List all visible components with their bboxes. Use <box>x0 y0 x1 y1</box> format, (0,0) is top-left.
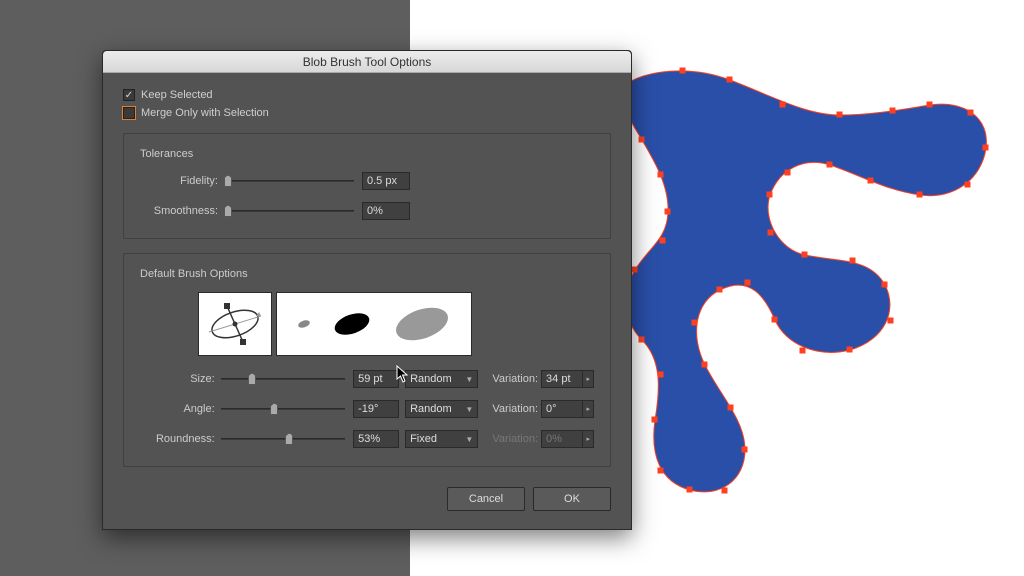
angle-variation-label: Variation: <box>488 403 538 415</box>
merge-only-label: Merge Only with Selection <box>141 107 269 119</box>
tolerances-title: Tolerances <box>140 148 594 160</box>
brush-options-title: Default Brush Options <box>140 268 594 280</box>
angle-row: Angle: -19° Random ▼ Variation: 0° ▸ <box>140 400 594 418</box>
dialog-titlebar[interactable]: Blob Brush Tool Options <box>103 51 631 73</box>
dialog-body: Keep Selected Merge Only with Selection … <box>103 73 631 529</box>
chevron-down-icon: ▼ <box>465 405 473 414</box>
tool-options-dialog: Blob Brush Tool Options Keep Selected Me… <box>102 50 632 530</box>
size-mode-select[interactable]: Random ▼ <box>405 370 478 388</box>
brush-angle-preview[interactable] <box>198 292 272 356</box>
size-variation-value[interactable]: 34 pt <box>541 370 583 388</box>
merge-only-checkbox[interactable] <box>123 107 135 119</box>
merge-only-row: Merge Only with Selection <box>123 107 611 119</box>
dialog-buttons: Cancel OK <box>123 487 611 511</box>
size-label: Size: <box>140 373 215 385</box>
fidelity-slider[interactable] <box>224 174 354 188</box>
dialog-title: Blob Brush Tool Options <box>303 55 432 69</box>
smoothness-slider[interactable] <box>224 204 354 218</box>
brush-options-fieldset: Default Brush Options <box>123 253 611 467</box>
size-variation-label: Variation: <box>488 373 538 385</box>
roundness-variation-stepper: ▸ <box>582 430 594 448</box>
smoothness-value[interactable]: 0% <box>362 202 410 220</box>
brush-previews <box>198 292 594 356</box>
roundness-row: Roundness: 53% Fixed ▼ Variation: 0% ▸ <box>140 430 594 448</box>
size-row: Size: 59 pt Random ▼ Variation: 34 pt ▸ <box>140 370 594 388</box>
chevron-down-icon: ▼ <box>465 375 473 384</box>
fidelity-row: Fidelity: 0.5 px <box>140 172 594 190</box>
angle-variation-stepper[interactable]: ▸ <box>582 400 594 418</box>
size-variation-stepper[interactable]: ▸ <box>582 370 594 388</box>
smoothness-label: Smoothness: <box>140 205 218 217</box>
keep-selected-checkbox[interactable] <box>123 89 135 101</box>
keep-selected-row: Keep Selected <box>123 89 611 101</box>
smoothness-row: Smoothness: 0% <box>140 202 594 220</box>
tolerances-fieldset: Tolerances Fidelity: 0.5 px Smoothness: … <box>123 133 611 239</box>
chevron-down-icon: ▼ <box>465 435 473 444</box>
ok-button[interactable]: OK <box>533 487 611 511</box>
roundness-variation-value: 0% <box>541 430 583 448</box>
angle-variation-value[interactable]: 0° <box>541 400 583 418</box>
roundness-slider[interactable] <box>221 432 345 446</box>
angle-label: Angle: <box>140 403 215 415</box>
size-slider[interactable] <box>221 372 345 386</box>
keep-selected-label: Keep Selected <box>141 89 213 101</box>
fidelity-label: Fidelity: <box>140 175 218 187</box>
brush-size-preview <box>276 292 472 356</box>
angle-value[interactable]: -19° <box>353 400 399 418</box>
roundness-value[interactable]: 53% <box>353 430 399 448</box>
angle-slider[interactable] <box>221 402 345 416</box>
size-value[interactable]: 59 pt <box>353 370 399 388</box>
roundness-mode-select[interactable]: Fixed ▼ <box>405 430 478 448</box>
roundness-label: Roundness: <box>140 433 215 445</box>
fidelity-value[interactable]: 0.5 px <box>362 172 410 190</box>
cancel-button[interactable]: Cancel <box>447 487 525 511</box>
roundness-variation-label: Variation: <box>488 433 538 445</box>
angle-mode-select[interactable]: Random ▼ <box>405 400 478 418</box>
